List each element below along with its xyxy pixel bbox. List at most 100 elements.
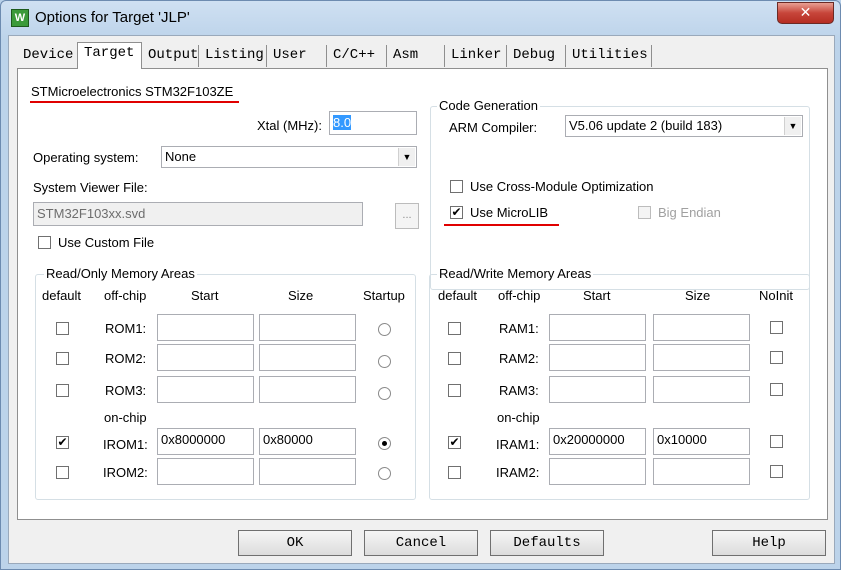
rom2-label: ROM2: [105,351,147,366]
cancel-button[interactable]: Cancel [364,530,478,556]
dialog-client: Device Target Output Listing User C/C++ … [8,35,835,564]
device-underline-annotation [30,101,239,103]
tab-listing[interactable]: Listing [199,45,267,67]
os-label: Operating system: [33,150,139,165]
iram1-default-checkbox[interactable]: ✔ [448,436,461,449]
device-name: STMicroelectronics STM32F103ZE [31,84,234,99]
big-endian-label: Big Endian [658,205,721,220]
irom1-startup-radio[interactable] [378,437,391,450]
ram1-default-checkbox[interactable] [448,322,461,335]
ram1-label: RAM1: [499,321,539,336]
microlib-checkbox[interactable]: ✔ [450,206,463,219]
ram3-noinit-checkbox[interactable] [770,383,783,396]
ram3-size-input[interactable] [653,376,750,403]
rom-header-startup: Startup [363,288,405,303]
ram-group-title: Read/Write Memory Areas [437,266,594,281]
tab-asm[interactable]: Asm [387,45,445,67]
arm-compiler-value: V5.06 update 2 (build 183) [569,118,723,133]
rom2-default-checkbox[interactable] [56,352,69,365]
arm-compiler-label: ARM Compiler: [449,120,538,135]
tab-user[interactable]: User [267,45,327,67]
rom1-default-checkbox[interactable] [56,322,69,335]
iram1-noinit-checkbox[interactable] [770,435,783,448]
tab-output[interactable]: Output [142,45,199,67]
rom2-startup-radio[interactable] [378,355,391,368]
custom-file-checkbox[interactable] [38,236,51,249]
ram2-noinit-checkbox[interactable] [770,351,783,364]
tab-utilities[interactable]: Utilities [566,45,652,67]
tab-target[interactable]: Target [77,42,142,69]
xtal-value: 8.0 [333,115,352,130]
ram2-size-input[interactable] [653,344,750,371]
irom1-start-input[interactable]: 0x8000000 [157,428,254,455]
os-select[interactable]: None ▼ [161,146,417,168]
svd-label: System Viewer File: [33,180,148,195]
ram-header-offchip: off-chip [498,288,541,303]
iram2-default-checkbox[interactable] [448,466,461,479]
rom-header-offchip: off-chip [104,288,147,303]
rom-header-default: default [42,288,82,303]
tab-device[interactable]: Device [17,45,80,67]
rom1-size-input[interactable] [259,314,356,341]
irom2-size-input[interactable] [259,458,356,485]
help-button[interactable]: Help [712,530,826,556]
ram3-label: RAM3: [499,383,539,398]
ram1-start-input[interactable] [549,314,646,341]
rom3-default-checkbox[interactable] [56,384,69,397]
iram2-noinit-checkbox[interactable] [770,465,783,478]
big-endian-checkbox [638,206,651,219]
rom1-startup-radio[interactable] [378,323,391,336]
target-panel: STMicroelectronics STM32F103ZE Xtal (MHz… [17,68,828,520]
chevron-down-icon: ▼ [398,148,415,166]
ram-header-noinit: NoInit [759,288,793,303]
cross-module-checkbox[interactable] [450,180,463,193]
irom2-label: IROM2: [103,465,148,480]
iram1-size-input[interactable]: 0x10000 [653,428,750,455]
iram2-size-input[interactable] [653,458,750,485]
rom1-start-input[interactable] [157,314,254,341]
ram-onchip-label: on-chip [497,410,540,425]
rom2-size-input[interactable] [259,344,356,371]
chevron-down-icon: ▼ [784,117,801,135]
ram2-start-input[interactable] [549,344,646,371]
keil-app-icon: W [11,9,29,27]
ram-header-default: default [438,288,478,303]
iram2-start-input[interactable] [549,458,646,485]
xtal-input[interactable]: 8.0 [329,111,417,135]
ram-header-size: Size [685,288,711,303]
tab-linker[interactable]: Linker [445,45,507,67]
microlib-underline-annotation [444,224,559,226]
rom3-startup-radio[interactable] [378,387,391,400]
ok-button[interactable]: OK [238,530,352,556]
defaults-button[interactable]: Defaults [490,530,604,556]
irom1-default-checkbox[interactable]: ✔ [56,436,69,449]
ram3-start-input[interactable] [549,376,646,403]
tab-debug[interactable]: Debug [507,45,566,67]
rom3-size-input[interactable] [259,376,356,403]
ram3-default-checkbox[interactable] [448,384,461,397]
rom2-start-input[interactable] [157,344,254,371]
rom-header-size: Size [288,288,314,303]
ram1-size-input[interactable] [653,314,750,341]
rom3-start-input[interactable] [157,376,254,403]
arm-compiler-select[interactable]: V5.06 update 2 (build 183) ▼ [565,115,803,137]
iram1-start-input[interactable]: 0x20000000 [549,428,646,455]
irom1-size-input[interactable]: 0x80000 [259,428,356,455]
ram2-default-checkbox[interactable] [448,352,461,365]
title-bar[interactable]: W Options for Target 'JLP' ✕ [1,1,840,35]
irom2-default-checkbox[interactable] [56,466,69,479]
checkmark-icon: ✔ [449,435,460,449]
rom3-label: ROM3: [105,383,147,398]
irom1-label: IROM1: [103,437,148,452]
ram2-label: RAM2: [499,351,539,366]
rom-group-title: Read/Only Memory Areas [44,266,197,281]
checkmark-icon: ✔ [451,205,462,219]
code-generation-title: Code Generation [437,98,541,113]
ram1-noinit-checkbox[interactable] [770,321,783,334]
window-title: Options for Target 'JLP' [35,9,190,26]
irom2-start-input[interactable] [157,458,254,485]
irom2-startup-radio[interactable] [378,467,391,480]
tab-c-cpp[interactable]: C/C++ [327,45,387,67]
close-button[interactable]: ✕ [777,2,834,24]
cross-module-label: Use Cross-Module Optimization [470,179,654,194]
